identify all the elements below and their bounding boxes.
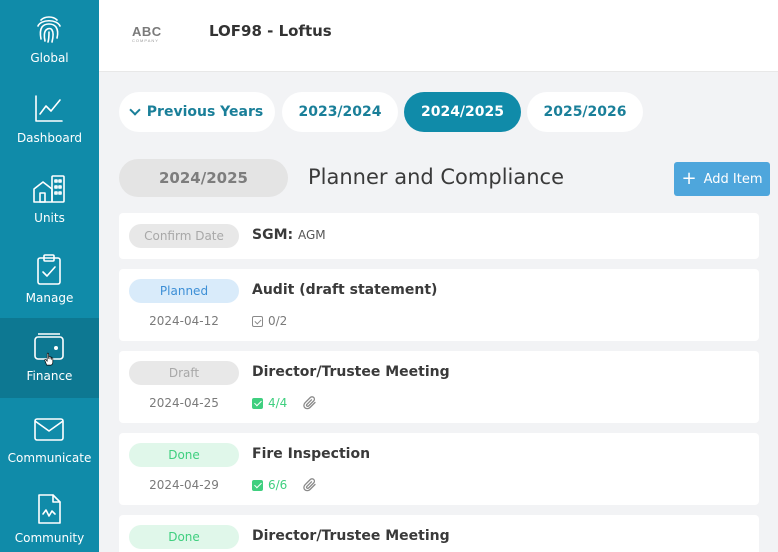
paperclip-icon	[303, 396, 316, 410]
sidebar-item-communicate[interactable]: Communicate	[0, 400, 99, 480]
sidebar-item-label: Manage	[25, 291, 74, 305]
status-badge: Done	[129, 443, 239, 467]
logo-subtext: COMPANY	[132, 38, 159, 43]
document-icon	[38, 494, 61, 524]
planner-item[interactable]: Draft Director/Trustee Meeting 2024-04-2…	[119, 351, 759, 423]
checklist-progress: 6/6	[252, 478, 317, 492]
envelope-icon	[34, 418, 64, 441]
status-badge: Draft	[129, 361, 239, 385]
plus-icon: +	[681, 168, 697, 189]
section-title: Planner and Compliance	[308, 165, 565, 189]
checklist-progress: 4/4	[252, 396, 317, 410]
checklist-count: 6/6	[268, 478, 288, 492]
fingerprint-icon	[37, 16, 61, 43]
item-title: Audit (draft statement)	[252, 282, 438, 298]
tab-label: 2025/2026	[543, 104, 627, 120]
tab-year-2023-2024[interactable]: 2023/2024	[282, 92, 398, 132]
buildings-icon	[33, 175, 65, 203]
property-title: LOF98 - Loftus	[209, 22, 332, 40]
item-date: 2024-04-29	[149, 478, 219, 492]
company-logo: ABC COMPANY	[132, 24, 164, 43]
checklist-progress: 0/2	[252, 314, 287, 328]
planner-item[interactable]: Done Fire Inspection 2024-04-29 6/6	[119, 433, 759, 505]
clipboard-check-icon	[37, 254, 61, 285]
item-date: 2024-04-25	[149, 396, 219, 410]
sidebar-item-label: Units	[34, 211, 65, 225]
status-badge: Planned	[129, 279, 239, 303]
sidebar-item-manage[interactable]: Manage	[0, 240, 99, 320]
planner-item[interactable]: Done Director/Trustee Meeting	[119, 515, 759, 552]
tab-label: 2023/2024	[298, 104, 382, 120]
sidebar-item-community[interactable]: Community	[0, 480, 99, 552]
tab-year-2025-2026[interactable]: 2025/2026	[527, 92, 643, 132]
chart-line-icon	[35, 95, 63, 122]
item-title: SGM: AGM	[252, 227, 326, 243]
logo-text: ABC	[132, 24, 162, 39]
page-header: ABC COMPANY LOF98 - Loftus	[99, 0, 778, 72]
sidebar-item-label: Global	[30, 51, 69, 65]
sidebar-item-label: Community	[14, 531, 85, 545]
checkbox-checked-icon	[252, 479, 263, 491]
sidebar-item-dashboard[interactable]: Dashboard	[0, 80, 99, 160]
sidebar-item-label: Dashboard	[16, 131, 83, 145]
paperclip-icon	[303, 478, 316, 492]
add-item-button[interactable]: + Add Item	[674, 162, 770, 196]
sidebar: Global Dashboard Units Manage Finance Co…	[0, 0, 99, 552]
hand-cursor-icon	[44, 352, 54, 366]
planner-item[interactable]: Planned Audit (draft statement) 2024-04-…	[119, 269, 759, 341]
checklist-count: 4/4	[268, 396, 288, 410]
checklist-count: 0/2	[268, 314, 288, 328]
add-item-label: Add Item	[703, 171, 763, 187]
status-badge: Confirm Date	[129, 224, 239, 248]
sidebar-item-global[interactable]: Global	[0, 0, 99, 80]
sidebar-item-units[interactable]: Units	[0, 160, 99, 240]
sidebar-item-finance[interactable]: Finance	[0, 318, 99, 398]
item-title-text: SGM:	[252, 227, 294, 243]
item-title: Fire Inspection	[252, 446, 371, 462]
planner-item[interactable]: Confirm Date SGM: AGM	[119, 213, 759, 259]
tab-label: Previous Years	[146, 104, 264, 120]
sidebar-item-label: Communicate	[7, 451, 92, 465]
item-title: Director/Trustee Meeting	[252, 528, 450, 544]
item-date: 2024-04-12	[149, 314, 219, 328]
tab-label: 2024/2025	[420, 104, 505, 120]
tab-previous-years[interactable]: Previous Years	[119, 92, 275, 132]
chevron-down-icon	[129, 103, 141, 116]
item-subtitle: AGM	[297, 228, 326, 242]
selected-year-pill: 2024/2025	[119, 159, 288, 197]
status-badge: Done	[129, 525, 239, 549]
checkbox-icon	[252, 315, 263, 327]
checkbox-checked-icon	[252, 397, 263, 409]
item-title: Director/Trustee Meeting	[252, 364, 450, 380]
tab-year-2024-2025[interactable]: 2024/2025	[404, 92, 521, 132]
sidebar-item-label: Finance	[26, 369, 73, 383]
